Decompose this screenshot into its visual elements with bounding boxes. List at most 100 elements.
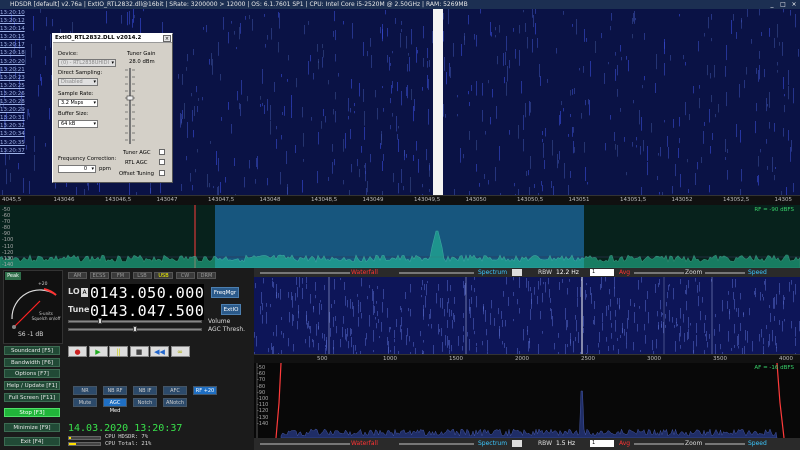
options-button[interactable]: Options [F7] — [4, 369, 60, 378]
mode-am-button[interactable]: AM — [68, 272, 87, 279]
audio-waterfall-noise — [445, 335, 446, 346]
full-button[interactable]: Full Screen [F11] — [4, 393, 60, 402]
waterfall-noise — [553, 186, 554, 195]
waterfall-noise — [383, 154, 384, 161]
audio-waterfall-noise — [352, 302, 353, 310]
waterfall-noise — [468, 15, 469, 25]
lo-badge[interactable]: A — [81, 288, 88, 297]
audio-waterfall-noise — [355, 345, 356, 351]
waterfall-noise — [343, 21, 344, 25]
lo-frequency-display[interactable]: 0143.050.000 — [90, 284, 205, 302]
audio-low-cut-edge[interactable] — [275, 363, 282, 438]
spectrum-range-slider[interactable] — [399, 272, 474, 274]
audio-spectrum-toolbar: Waterfall Spectrum RBW 1.5 Hz 1 Avg Zoom… — [254, 438, 800, 450]
rf-20-button[interactable]: RF +20 — [193, 386, 217, 395]
mode-usb-button[interactable]: USB — [154, 272, 173, 279]
offset-tuning-checkbox[interactable] — [159, 170, 165, 176]
audio-waterfall-noise — [699, 282, 700, 292]
audio-spectrum[interactable] — [254, 363, 800, 438]
waterfall-noise — [758, 175, 759, 186]
waterfall-noise — [240, 104, 241, 117]
audio-waterfall-noise — [440, 298, 441, 308]
rf-db-tick-label: -110 — [2, 243, 14, 250]
spectrum2-range-slider[interactable] — [399, 443, 474, 445]
rf-spectrum[interactable] — [0, 205, 800, 268]
waterfall2-contrast-slider[interactable] — [260, 443, 350, 445]
waterfall-noise — [422, 87, 423, 91]
audio-waterfall-noise — [436, 293, 437, 304]
audio-waterfall-noise — [453, 313, 454, 320]
waterfall-noise — [406, 87, 407, 96]
avg2-slider[interactable] — [634, 443, 684, 445]
pause-button[interactable]: || — [109, 346, 128, 357]
agc-threshold-slider-thumb[interactable] — [133, 326, 137, 332]
audio-waterfall-noise — [728, 331, 729, 342]
s-meter[interactable]: Peak +20 S-units Squelch on/off S6 -1 dB — [3, 270, 63, 344]
mode-ecss-button[interactable]: ECSS — [89, 272, 109, 279]
record-button[interactable]: ● — [68, 346, 87, 357]
rtl-agc-checkbox[interactable] — [159, 159, 165, 165]
audio-waterfall-noise — [617, 338, 618, 341]
tune-frequency-display[interactable]: 0143.047.500 — [90, 302, 205, 320]
audio-waterfall-noise — [647, 291, 648, 299]
audio-waterfall-noise — [296, 277, 297, 285]
buffer-size-select[interactable]: 64 kB — [58, 120, 98, 128]
tuner-agc-checkbox[interactable] — [159, 149, 165, 155]
rbw2-decrease-button[interactable] — [512, 440, 522, 447]
freqmgr-button[interactable]: FreqMgr — [211, 287, 239, 298]
stop-record-button[interactable]: ■ — [129, 346, 149, 357]
window-title: HDSDR [default] v2.76a | ExtIO_RTL2832.d… — [10, 1, 468, 8]
afc-button[interactable]: AFC — [163, 386, 187, 395]
audio-waterfall-noise — [513, 292, 514, 297]
rbw-decrease-button[interactable] — [512, 269, 522, 276]
audio-waterfall-noise — [538, 281, 539, 290]
exit-button[interactable]: Exit [F4] — [4, 437, 60, 446]
audio-waterfall-noise — [605, 277, 606, 282]
waterfall-noise — [274, 82, 275, 92]
zoom-slider[interactable] — [705, 272, 745, 274]
sample-rate-select[interactable]: 3.2 Msps — [58, 99, 98, 107]
waterfall-noise — [401, 21, 402, 25]
rf-frequency-axis[interactable]: 4045,5 143046 143046,5 143047 143047,5 143048… — [0, 195, 800, 205]
audio-waterfall-noise — [482, 341, 483, 346]
avg-slider[interactable] — [634, 272, 684, 274]
audio-waterfall-noise — [288, 338, 289, 347]
waterfall-timestamp: 13:20:18 — [0, 50, 25, 57]
agc-med-button[interactable]: AGC Med — [103, 398, 127, 414]
rewind-button[interactable]: ◀◀ — [150, 346, 169, 357]
minimize-button[interactable]: Minimize [F9] — [4, 423, 60, 432]
mode-cw-button[interactable]: CW — [175, 272, 195, 279]
nr-button[interactable]: NR — [73, 386, 97, 395]
anotch-button[interactable]: ANotch — [163, 398, 187, 407]
stop-button[interactable]: Stop [F3] — [4, 408, 60, 417]
nb-if-button[interactable]: NB IF — [133, 386, 157, 395]
nb-rf-button[interactable]: NB RF — [103, 386, 127, 395]
avg-select[interactable]: 1 — [590, 269, 614, 276]
extio-button[interactable]: ExtIO — [221, 304, 241, 315]
mute-button[interactable]: Mute — [73, 398, 97, 407]
waterfall-contrast-slider[interactable] — [260, 272, 350, 274]
loop-button[interactable]: ∞ — [170, 346, 190, 357]
mode-drm-button[interactable]: DRM — [197, 272, 216, 279]
audio-high-cut-edge[interactable] — [776, 363, 785, 438]
audio-waterfall-noise — [390, 327, 391, 330]
volume-slider-track[interactable] — [68, 320, 202, 323]
minimize-window-button[interactable]: _ — [768, 0, 776, 9]
soundcard-button[interactable]: Soundcard [F5] — [4, 346, 60, 355]
freq-correction-input[interactable]: 0 — [58, 165, 96, 173]
zoom2-slider[interactable] — [705, 443, 745, 445]
mode-fm-button[interactable]: FM — [111, 272, 130, 279]
avg2-select[interactable]: 1 — [590, 440, 614, 447]
close-window-button[interactable]: × — [790, 0, 798, 9]
play-button[interactable]: ▶ — [88, 346, 108, 357]
bandwidth-button[interactable]: Bandwidth [F6] — [4, 358, 60, 367]
audio-waterfall-noise — [464, 285, 465, 296]
notch-button[interactable]: Notch — [133, 398, 157, 407]
dialog-close-button[interactable]: × — [163, 35, 171, 42]
audio-waterfall[interactable] — [254, 277, 800, 354]
maximize-window-button[interactable]: □ — [779, 0, 787, 9]
mode-lsb-button[interactable]: LSB — [132, 272, 152, 279]
audio-waterfall-noise — [637, 324, 638, 332]
volume-slider-thumb[interactable] — [98, 318, 102, 324]
help-button[interactable]: Help / Update [F1] — [4, 381, 60, 390]
